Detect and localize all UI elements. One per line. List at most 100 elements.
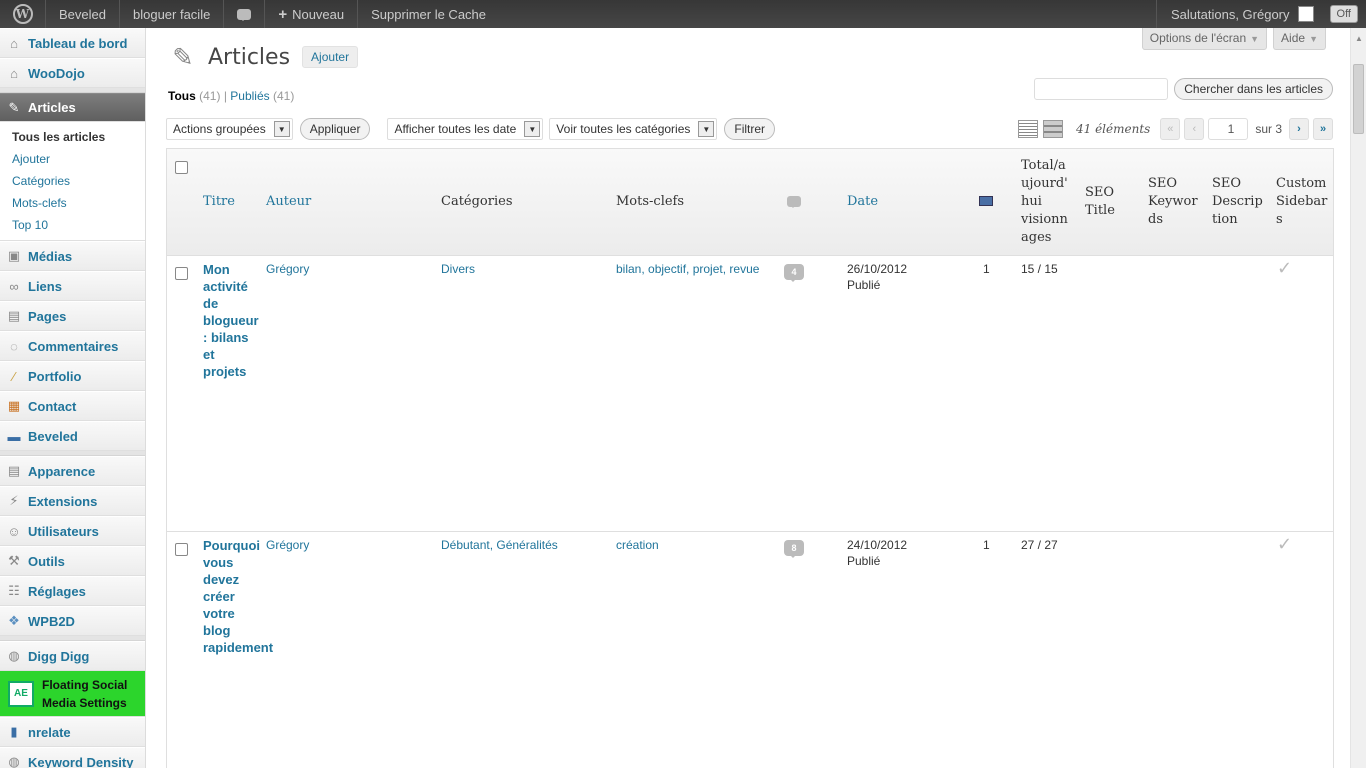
column-seo-keywords: SEO Keywor ds: [1148, 176, 1198, 227]
sidebar-item-dashboard[interactable]: ⌂ Tableau de bord: [0, 28, 145, 58]
keyword-icon: ◍: [8, 754, 20, 768]
column-date[interactable]: Date: [847, 193, 878, 211]
column-title[interactable]: Titre: [203, 193, 235, 211]
search-posts-button[interactable]: Chercher dans les articles: [1174, 78, 1333, 100]
post-status: Publié: [847, 278, 881, 292]
sidebar-item-woodojo[interactable]: ⌂ WooDojo: [0, 58, 145, 88]
apply-button[interactable]: Appliquer: [299, 118, 371, 140]
sidebar-item-wpb2d[interactable]: ❖ WPB2D: [0, 606, 145, 636]
help-tab[interactable]: Aide ▼: [1273, 28, 1326, 50]
view-published[interactable]: Publiés: [230, 89, 269, 103]
filter-button[interactable]: Filtrer: [724, 118, 776, 140]
bulk-actions-select[interactable]: Actions groupées ▼: [166, 118, 293, 140]
sidebar-item-appearance[interactable]: ▤ Apparence: [0, 456, 145, 486]
last-page-button[interactable]: »: [1313, 118, 1333, 140]
post-author-link[interactable]: Grégory: [266, 537, 309, 554]
table-nav: Actions groupées ▼ Appliquer Afficher tou…: [166, 117, 1333, 141]
sidebar-item-pages[interactable]: ▤ Pages: [0, 301, 145, 331]
new-label: Nouveau: [292, 6, 345, 22]
comments-column-icon[interactable]: [787, 196, 801, 208]
current-page-input[interactable]: 1: [1208, 118, 1249, 140]
search-box: Chercher dans les articles: [1034, 78, 1333, 100]
submenu-add[interactable]: Ajouter: [0, 148, 145, 170]
first-page-button[interactable]: «: [1160, 118, 1181, 140]
date-filter-value: Afficher toutes les date: [394, 122, 517, 136]
sidebar-item-settings[interactable]: ☷ Réglages: [0, 576, 145, 606]
sidebar-item-label: Apparence: [28, 463, 96, 479]
table-header: Titre Auteur Catégories Mots-clefs Date …: [167, 149, 1333, 256]
screen-options-tab[interactable]: Options de l'écran ▼: [1141, 28, 1268, 50]
beveled-icon: ▬: [7, 428, 21, 444]
select-all-checkbox[interactable]: [175, 161, 188, 174]
site-name-link[interactable]: Beveled: [46, 0, 120, 28]
tools-icon: ⚒: [8, 553, 20, 568]
post-categories-link[interactable]: Débutant, Généralités: [441, 537, 558, 554]
scrollbar-thumb[interactable]: [1353, 64, 1364, 134]
sidebar-item-digg-digg[interactable]: ◍ Digg Digg: [0, 641, 145, 671]
plus-icon: +: [278, 5, 288, 23]
comment-count-badge[interactable]: 8: [784, 540, 804, 558]
dashboard-icon: ⌂: [10, 35, 18, 51]
next-page-button[interactable]: ›: [1289, 118, 1309, 140]
sidebar-item-keyword-density[interactable]: ◍ Keyword Density: [0, 747, 145, 768]
submenu-tags[interactable]: Mots-clefs: [0, 192, 145, 214]
post-status: Publié: [847, 554, 881, 568]
column-author[interactable]: Auteur: [266, 193, 311, 211]
prev-page-button[interactable]: ‹: [1184, 118, 1205, 140]
date-filter-select[interactable]: Afficher toutes les date ▼: [387, 118, 544, 140]
sidebar-item-users[interactable]: ☺ Utilisateurs: [0, 516, 145, 546]
post-tags-link[interactable]: bilan, objectif, projet, revue: [616, 261, 759, 278]
add-new-button[interactable]: Ajouter: [302, 46, 359, 68]
sidebar-item-comments[interactable]: ◌ Commentaires: [0, 331, 145, 361]
clear-cache-link[interactable]: Supprimer le Cache: [358, 0, 499, 28]
page-header: ✏ Articles Ajouter: [165, 38, 359, 75]
sidebar-item-label: Réglages: [28, 583, 86, 599]
sidebar-item-label: Floating Social Media Settings: [42, 677, 128, 710]
sidebar-item-label: Keyword Density: [28, 754, 134, 768]
comment-count-badge[interactable]: 4: [784, 264, 804, 282]
chevron-down-icon: ▼: [273, 121, 290, 137]
sidebar-item-nrelate[interactable]: ▮ nrelate: [0, 717, 145, 747]
sidebar-item-label: Articles: [28, 100, 76, 115]
wordpress-logo-icon[interactable]: W: [0, 0, 46, 28]
blog-link[interactable]: bloguer facile: [120, 0, 225, 28]
sidebar-item-contact[interactable]: ▦ Contact: [0, 391, 145, 421]
post-categories-link[interactable]: Divers: [441, 261, 475, 278]
view-separator: |: [223, 89, 227, 103]
page-title: Articles: [208, 44, 291, 70]
sidebar-item-links[interactable]: ∞ Liens: [0, 271, 145, 301]
views-count: 27 / 27: [1021, 538, 1058, 552]
post-title-link[interactable]: Pourquoi vous devez créer votre blog rap…: [203, 537, 273, 656]
post-author-link[interactable]: Grégory: [266, 261, 309, 278]
sidebar-item-plugins[interactable]: ⚡ Extensions: [0, 486, 145, 516]
search-input[interactable]: [1034, 78, 1169, 100]
total-pages: sur 3: [1255, 122, 1282, 136]
comments-icon[interactable]: [224, 0, 266, 28]
row-checkbox[interactable]: [175, 543, 188, 556]
pages-icon: ▤: [7, 308, 21, 323]
sidebar-item-label: Pages: [28, 308, 67, 324]
excerpt-view-icon[interactable]: [1042, 120, 1063, 138]
post-title-link[interactable]: Mon activité de blogueur : bilans et pro…: [203, 261, 259, 380]
table-row: Pourquoi vous devez créer votre blog rap…: [167, 532, 1333, 768]
new-content-button[interactable]: + Nouveau: [265, 0, 359, 28]
sidebar-item-tools[interactable]: ⚒ Outils: [0, 546, 145, 576]
submenu-top10[interactable]: Top 10: [0, 214, 145, 236]
media-icon: ▣: [7, 248, 21, 263]
sidebar-item-floating-social[interactable]: AE Floating Social Media Settings: [0, 671, 145, 717]
sidebar-item-portfolio[interactable]: ⁄ Portfolio: [0, 361, 145, 391]
sidebar-item-media[interactable]: ▣ Médias: [0, 241, 145, 271]
sidebar-item-articles[interactable]: ✎ Articles: [0, 93, 145, 122]
submenu-categories[interactable]: Catégories: [0, 170, 145, 192]
submenu-all-articles[interactable]: Tous les articles: [0, 126, 145, 148]
category-filter-select[interactable]: Voir toutes les catégories ▼: [549, 118, 718, 140]
off-toggle[interactable]: Off: [1329, 5, 1358, 23]
post-tags-link[interactable]: création: [616, 537, 659, 554]
row-checkbox[interactable]: [175, 267, 188, 280]
sidebar-item-beveled[interactable]: ▬ Beveled: [0, 421, 145, 451]
user-account-menu[interactable]: Salutations, Grégory: [1156, 0, 1324, 28]
list-view-icon[interactable]: [1017, 120, 1038, 138]
page-scrollbar[interactable]: ▲: [1350, 28, 1366, 768]
view-all[interactable]: Tous: [168, 89, 196, 103]
posts-table: Titre Auteur Catégories Mots-clefs Date …: [166, 148, 1334, 768]
